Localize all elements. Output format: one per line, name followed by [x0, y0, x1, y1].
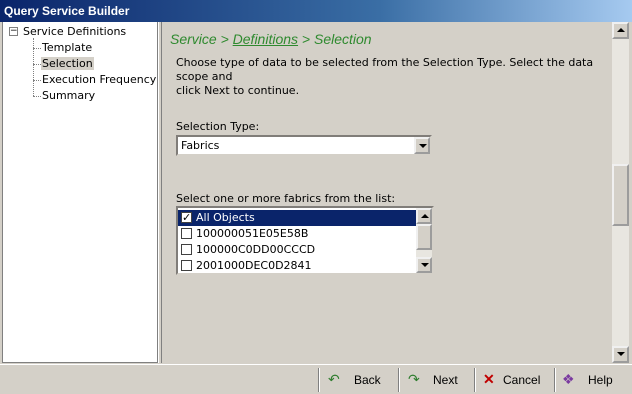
scroll-down-icon[interactable]: [416, 257, 432, 273]
tree-connector: [33, 96, 41, 97]
selection-type-value: Fabrics: [181, 139, 220, 152]
next-button[interactable]: ↷ Next: [404, 369, 470, 391]
list-item[interactable]: 100000051E05E58B: [178, 226, 416, 242]
list-scrollbar[interactable]: [416, 208, 432, 273]
tree-connector: [33, 38, 34, 96]
tree-connector: [33, 80, 41, 81]
help-book-icon: ❖: [562, 371, 575, 387]
scroll-up-icon[interactable]: [612, 22, 629, 39]
tree-item-summary[interactable]: Summary: [42, 88, 95, 104]
scroll-up-icon[interactable]: [416, 208, 432, 224]
breadcrumb-service: Service: [170, 31, 217, 47]
window-title: Query Service Builder: [4, 4, 130, 18]
separator: [474, 368, 476, 392]
scroll-down-icon[interactable]: [612, 346, 629, 363]
main-scrollbar[interactable]: [612, 22, 629, 363]
tree-item-selection[interactable]: Selection: [41, 56, 94, 72]
cancel-button[interactable]: ✕ Cancel: [480, 369, 552, 391]
instructions-text: Choose type of data to be selected from …: [176, 56, 594, 97]
checkbox[interactable]: [181, 228, 192, 239]
help-button[interactable]: ❖ Help: [560, 369, 626, 391]
back-button[interactable]: ↶ Back: [324, 369, 394, 391]
close-icon: ✕: [483, 371, 495, 387]
scroll-thumb[interactable]: [612, 164, 629, 226]
tree-connector: [33, 64, 41, 65]
navigation-tree: − Service Definitions Template Selection…: [2, 22, 158, 363]
separator: [398, 368, 400, 392]
list-item-all-objects[interactable]: All Objects: [178, 210, 416, 226]
tree-item-template[interactable]: Template: [42, 40, 92, 56]
collapse-icon[interactable]: −: [9, 27, 18, 36]
breadcrumb: Service > Definitions > Selection: [170, 31, 372, 47]
scroll-thumb[interactable]: [416, 224, 432, 250]
selection-type-dropdown[interactable]: Fabrics: [176, 135, 432, 156]
list-item[interactable]: 2001000DEC0D2841: [178, 258, 416, 274]
separator: [554, 368, 556, 392]
fabrics-list-label: Select one or more fabrics from the list…: [176, 192, 396, 205]
window-title-bar[interactable]: Query Service Builder: [0, 0, 632, 22]
checkbox[interactable]: [181, 210, 192, 226]
selection-type-label: Selection Type:: [176, 120, 260, 133]
button-bar: ↶ Back ↷ Next ✕ Cancel ❖ Help: [0, 364, 632, 394]
next-arrow-icon: ↷: [408, 371, 420, 387]
chevron-down-icon[interactable]: [414, 137, 430, 154]
content-panel: Service > Definitions > Selection Choose…: [162, 22, 611, 363]
tree-item-execution-frequency[interactable]: Execution Frequency: [42, 72, 156, 88]
separator: [318, 368, 320, 392]
breadcrumb-selection: Selection: [314, 31, 372, 47]
list-item[interactable]: 100000C0DD00CCCD: [178, 242, 416, 258]
checkbox[interactable]: [181, 244, 192, 255]
tree-connector: [33, 48, 41, 49]
back-arrow-icon: ↶: [328, 371, 340, 387]
fabrics-listbox[interactable]: All Objects 100000051E05E58B 100000C0DD0…: [176, 206, 434, 275]
tree-root-service-definitions[interactable]: Service Definitions: [23, 24, 126, 40]
breadcrumb-definitions-link[interactable]: Definitions: [233, 31, 298, 47]
checkbox[interactable]: [181, 260, 192, 271]
